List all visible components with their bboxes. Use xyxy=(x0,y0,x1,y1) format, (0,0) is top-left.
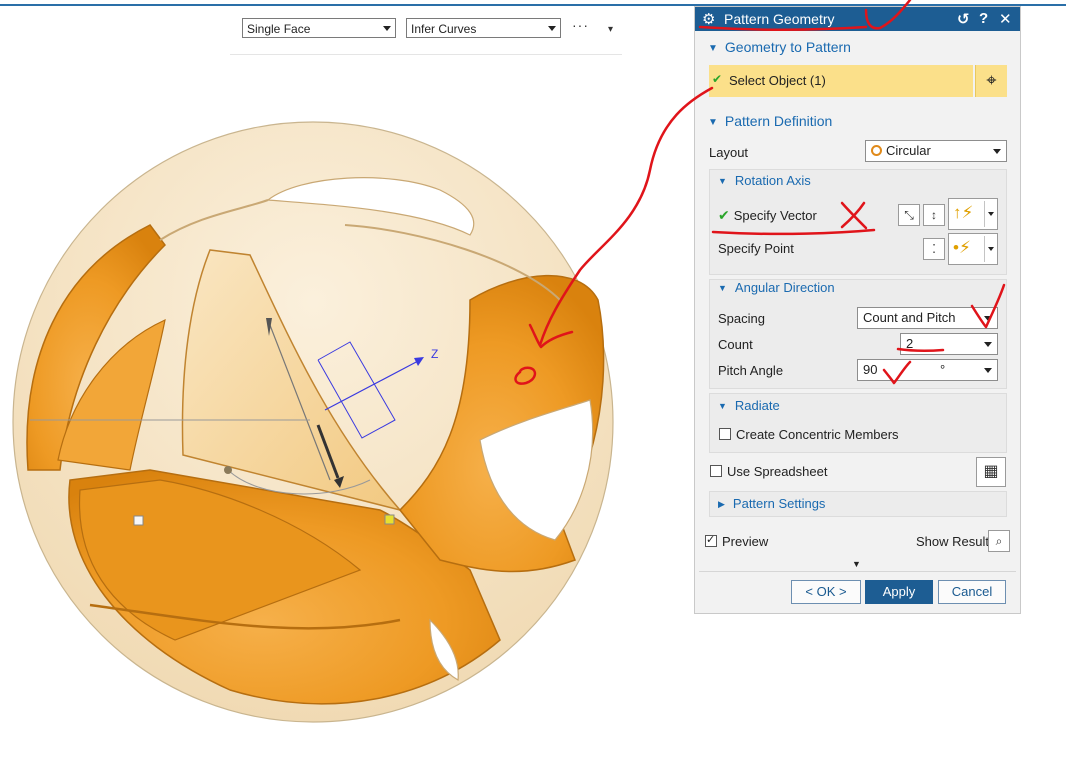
use-spreadsheet-label: Use Spreadsheet xyxy=(727,464,828,479)
expand-more-icon[interactable]: ▼ xyxy=(852,559,861,569)
dialog-titlebar: ⚙ Pattern Geometry ↺ ? ✕ xyxy=(695,7,1020,31)
layout-label: Layout xyxy=(709,145,749,160)
collapse-triangle-icon: ▼ xyxy=(708,43,718,54)
circular-layout-icon xyxy=(871,145,882,156)
selection-filter-value: Single Face xyxy=(247,22,311,36)
chevron-down-icon xyxy=(383,26,391,31)
create-concentric-label: Create Concentric Members xyxy=(736,427,899,442)
chevron-down-icon xyxy=(548,26,556,31)
button-bar-divider xyxy=(699,571,1016,572)
layout-value: Circular xyxy=(886,143,931,158)
dialog-title: Pattern Geometry xyxy=(724,11,835,27)
pitch-angle-unit: ° xyxy=(940,362,946,377)
cancel-button[interactable]: Cancel xyxy=(938,580,1006,604)
z-axis-label: Z xyxy=(431,347,438,361)
toolbar-divider xyxy=(230,54,622,55)
selection-filter-dropdown[interactable]: Single Face xyxy=(242,18,396,38)
more-options-button[interactable]: ··· xyxy=(572,17,589,33)
count-label: Count xyxy=(718,337,753,352)
spacing-dropdown[interactable]: Count and Pitch xyxy=(857,307,998,329)
count-input[interactable]: 2 xyxy=(900,333,998,355)
pitch-angle-value: 90 xyxy=(863,362,878,377)
select-object-row[interactable]: ✔ Select Object (1) xyxy=(709,65,973,97)
inferred-vector-icon[interactable]: ⤡ xyxy=(898,204,920,226)
angular-direction-header[interactable]: ▼ Angular Direction xyxy=(718,280,835,295)
reset-icon[interactable]: ↺ xyxy=(957,10,970,28)
pattern-definition-header[interactable]: ▼ Pattern Definition xyxy=(708,113,832,129)
close-icon[interactable]: ✕ xyxy=(999,10,1012,28)
preview-label: Preview xyxy=(722,534,769,549)
show-result-magnifier-icon[interactable]: ⌕ xyxy=(988,530,1010,552)
lightning-vector-icon: ↑⚡ xyxy=(953,203,974,222)
chevron-down-icon xyxy=(984,342,992,347)
layout-dropdown[interactable]: Circular xyxy=(865,140,1007,162)
lightning-point-icon: •⚡ xyxy=(953,238,971,257)
curve-rule-dropdown[interactable]: Infer Curves xyxy=(406,18,561,38)
spacing-value: Count and Pitch xyxy=(863,310,956,325)
collapse-triangle-icon: ▼ xyxy=(718,401,727,411)
crosshair-icon: ⌖ xyxy=(986,70,997,90)
pitch-angle-input[interactable]: 90 ° xyxy=(857,359,998,381)
split-divider xyxy=(984,236,985,262)
graphics-viewport[interactable]: Z xyxy=(0,100,690,780)
curve-rule-value: Infer Curves xyxy=(411,22,477,36)
collapse-triangle-icon: ▼ xyxy=(708,117,718,128)
count-value: 2 xyxy=(906,336,914,351)
pattern-settings-label: Pattern Settings xyxy=(732,496,826,511)
angular-direction-label: Angular Direction xyxy=(734,280,835,295)
specify-point-label[interactable]: Specify Point xyxy=(718,241,794,256)
specify-vector-label: Specify Vector xyxy=(733,208,817,223)
use-spreadsheet-checkbox[interactable] xyxy=(710,465,722,477)
create-concentric-checkbox[interactable] xyxy=(719,428,731,440)
collapse-triangle-icon: ▼ xyxy=(718,176,727,186)
point-constructor-button[interactable]: •⚡ xyxy=(948,233,998,265)
reverse-direction-icon[interactable]: ↕ xyxy=(923,204,945,226)
specify-vector-row[interactable]: ✔ Specify Vector xyxy=(718,207,817,224)
radiate-label: Radiate xyxy=(734,398,780,413)
select-object-crosshair-button[interactable]: ⌖ xyxy=(975,65,1007,97)
check-icon: ✔ xyxy=(712,72,723,86)
axis-origin-point[interactable] xyxy=(224,466,232,474)
selection-toolbar: Single Face Infer Curves ··· ▾ xyxy=(230,14,622,56)
collapse-triangle-icon: ▼ xyxy=(718,283,727,293)
chevron-down-icon xyxy=(988,212,994,216)
geometry-section-label: Geometry to Pattern xyxy=(724,39,851,55)
spacing-label: Spacing xyxy=(718,311,765,326)
expand-triangle-icon: ▶ xyxy=(718,499,725,509)
vector-constructor-button[interactable]: ↑⚡ xyxy=(948,198,998,230)
select-object-label: Select Object (1) xyxy=(729,73,826,88)
show-result-label: Show Result xyxy=(916,534,989,549)
apply-button[interactable]: Apply xyxy=(865,580,933,604)
geometry-to-pattern-header[interactable]: ▼ Geometry to Pattern xyxy=(708,39,851,55)
chevron-down-icon xyxy=(984,316,992,321)
rotation-axis-label: Rotation Axis xyxy=(734,173,811,188)
check-icon: ✔ xyxy=(718,207,730,223)
chevron-down-icon xyxy=(984,368,992,373)
spreadsheet-grid-icon[interactable]: ▦ xyxy=(976,457,1006,487)
pattern-geometry-dialog: ⚙ Pattern Geometry ↺ ? ✕ ▼ Geometry to Pa… xyxy=(694,6,1021,614)
ok-button[interactable]: < OK > xyxy=(791,580,861,604)
definition-section-label: Pattern Definition xyxy=(724,113,833,129)
radiate-header[interactable]: ▼ Radiate xyxy=(718,398,780,413)
point-dots-icon[interactable]: ⁚ xyxy=(923,238,945,260)
split-divider xyxy=(984,201,985,227)
rotation-axis-header[interactable]: ▼ Rotation Axis xyxy=(718,173,811,188)
help-icon[interactable]: ? xyxy=(979,10,988,27)
toolbar-options-caret[interactable]: ▾ xyxy=(608,24,613,35)
preview-checkbox[interactable] xyxy=(705,533,717,547)
pattern-settings-header[interactable]: ▶ Pattern Settings xyxy=(718,496,825,511)
chevron-down-icon xyxy=(993,149,1001,154)
gear-icon: ⚙ xyxy=(702,11,716,28)
pitch-angle-label: Pitch Angle xyxy=(718,363,784,378)
chevron-down-icon xyxy=(988,247,994,251)
point-handle-white[interactable] xyxy=(133,515,144,526)
point-handle-yellow[interactable] xyxy=(384,514,395,525)
